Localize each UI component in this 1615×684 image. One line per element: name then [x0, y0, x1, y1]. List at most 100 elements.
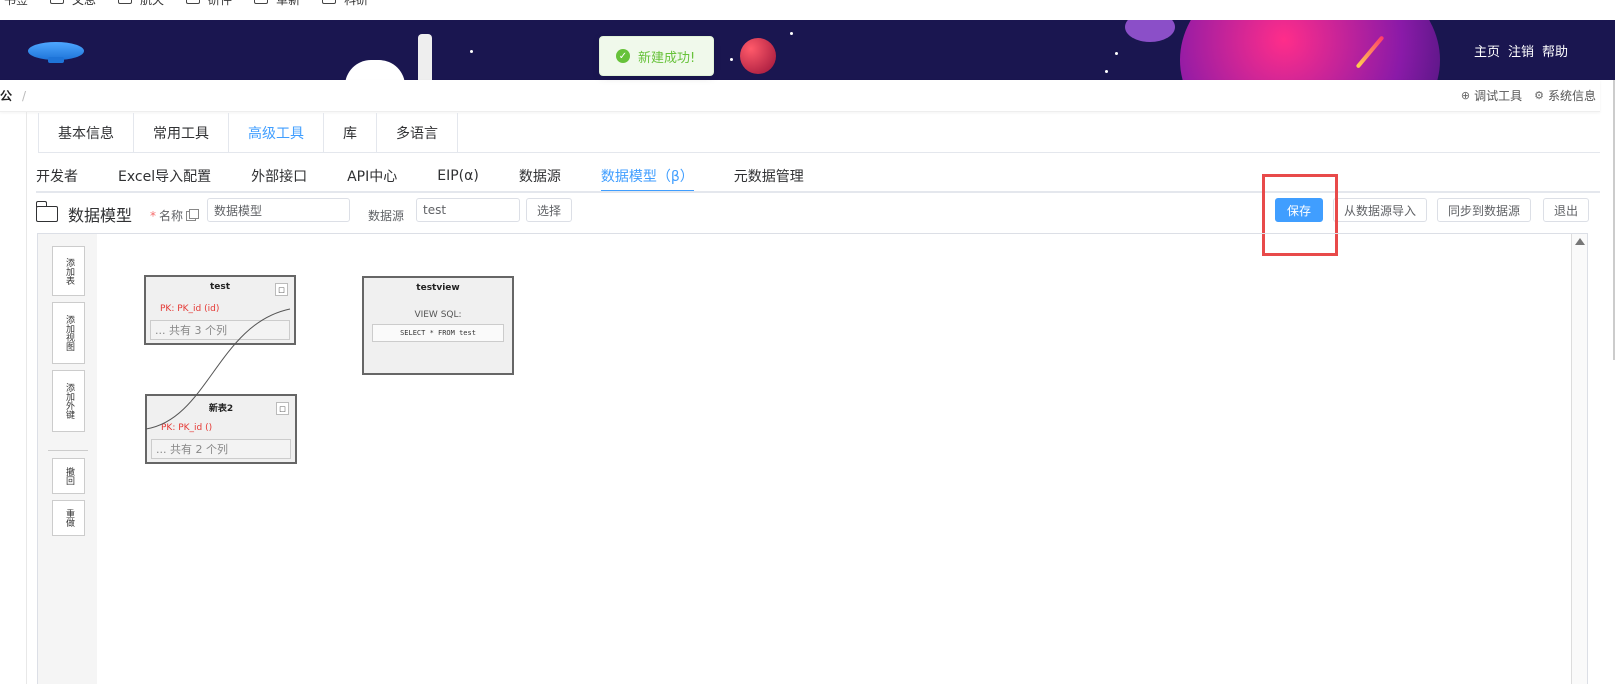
sync-to-datasource-button[interactable]: 同步到数据源 — [1437, 198, 1531, 222]
import-from-datasource-button[interactable]: 从数据源导入 — [1333, 198, 1427, 222]
redo-button[interactable]: 重做 — [52, 500, 85, 536]
star-decoration — [470, 50, 473, 53]
cloud-decoration — [345, 60, 405, 80]
view-sql-label: VIEW SQL: — [414, 310, 462, 320]
bookmark-folder[interactable]: 文息 — [50, 0, 96, 8]
check-circle-icon: ✓ — [616, 49, 630, 63]
help-link[interactable]: 帮助 — [1542, 41, 1568, 60]
canvas-scrollbar[interactable] — [1571, 234, 1587, 684]
name-label: * 名称 — [150, 207, 200, 224]
bookmark-folder[interactable]: 航天 — [118, 0, 164, 8]
palette-divider — [48, 450, 88, 451]
debug-tool-label: 调试工具 — [1474, 89, 1523, 103]
bookmark-label: 文息 — [72, 0, 96, 8]
page-title: 数据模型 — [35, 201, 133, 226]
tab-excel-import[interactable]: Excel导入配置 — [118, 160, 211, 192]
tab-multilanguage[interactable]: 多语言 — [377, 113, 458, 152]
secondary-tabs: 开发者 Excel导入配置 外部接口 API中心 EIP(α) 数据源 数据模型… — [36, 160, 844, 192]
planet-decoration — [1180, 20, 1440, 80]
logout-link[interactable]: 注销 — [1508, 41, 1534, 60]
primary-key-label: PK: PK_id () — [161, 423, 213, 433]
tab-api-center[interactable]: API中心 — [347, 160, 397, 192]
breadcrumb-current[interactable]: 公 — [0, 87, 12, 104]
tabs-divider — [36, 191, 1600, 193]
name-input[interactable]: 数据模型 — [207, 198, 350, 222]
tab-external-api[interactable]: 外部接口 — [251, 160, 307, 192]
success-toast: ✓ 新建成功! — [599, 36, 714, 76]
star-decoration — [730, 58, 733, 61]
undo-button[interactable]: 撤回 — [52, 458, 85, 494]
table-node[interactable]: 新表2 □ PK: PK_id () ... 共有 2 个列 — [145, 394, 297, 464]
bookmark-label: 科研 — [344, 0, 368, 8]
star-decoration — [1115, 52, 1118, 55]
required-mark: * — [150, 208, 156, 223]
header-banner: 主页 注销 帮助 — [0, 20, 1615, 80]
folder-icon — [35, 201, 58, 222]
add-foreign-key-button[interactable]: 添加外键 — [52, 370, 85, 432]
folder-icon — [322, 0, 337, 4]
page-title-text: 数据模型 — [68, 206, 133, 225]
bookmark-label: 研件 — [208, 0, 232, 8]
tab-metadata[interactable]: 元数据管理 — [734, 160, 804, 192]
bookmark-item[interactable]: 书签 — [4, 0, 28, 8]
debug-tool-button[interactable]: ⊕ 调试工具 — [1461, 87, 1522, 104]
tab-data-model[interactable]: 数据模型（β） — [600, 160, 694, 192]
tab-advanced-tools[interactable]: 高级工具 — [229, 113, 324, 152]
bookmarks-bar: 书签 文息 航天 研件 革新 科研 — [0, 0, 1615, 8]
bookmark-label: 书签 — [4, 0, 28, 8]
home-link[interactable]: 主页 — [1474, 41, 1500, 60]
view-sql-text: SELECT * FROM test — [372, 324, 504, 342]
star-decoration — [1105, 70, 1108, 73]
folder-icon — [50, 0, 65, 4]
add-table-button[interactable]: 添加表 — [52, 246, 85, 296]
star-decoration — [790, 32, 793, 35]
add-view-button[interactable]: 添加视图 — [52, 302, 85, 364]
collapse-icon[interactable]: □ — [275, 283, 288, 296]
tabs-divider — [38, 152, 1600, 153]
system-info-label: 系统信息 — [1547, 89, 1596, 103]
view-node[interactable]: testview VIEW SQL: SELECT * FROM test — [362, 276, 514, 375]
table-node[interactable]: test □ PK: PK_id (id) ... 共有 3 个列 — [144, 275, 296, 345]
select-datasource-button[interactable]: 选择 — [526, 198, 572, 222]
columns-summary[interactable]: ... 共有 3 个列 — [150, 320, 290, 340]
tool-palette: 添加表 添加视图 添加外键 撤回 重做 — [38, 234, 97, 684]
tab-datasource[interactable]: 数据源 — [519, 160, 561, 192]
planet-decoration — [740, 38, 776, 74]
content-border — [26, 112, 27, 684]
copy-icon[interactable] — [186, 208, 200, 221]
collapse-icon[interactable]: □ — [276, 402, 289, 415]
tab-library[interactable]: 库 — [324, 113, 377, 152]
header-tools: ⊕ 调试工具 ⚙ 系统信息 — [1461, 87, 1596, 104]
primary-tabs: 基本信息 常用工具 高级工具 库 多语言 — [38, 113, 458, 153]
bookmark-folder[interactable]: 研件 — [186, 0, 232, 8]
lighthouse-decoration — [418, 34, 432, 80]
bookmark-label: 航天 — [140, 0, 164, 8]
planet-decoration — [1125, 20, 1175, 42]
folder-icon — [186, 0, 201, 4]
bookmark-label: 革新 — [276, 0, 300, 8]
bookmark-folder[interactable]: 科研 — [322, 0, 368, 8]
folder-icon — [254, 0, 269, 4]
airship-logo-icon — [28, 42, 84, 63]
view-name: testview — [416, 283, 460, 293]
model-canvas[interactable]: 添加表 添加视图 添加外键 撤回 重做 test □ PK: PK_id (id… — [37, 233, 1588, 684]
model-toolbar: 数据模型 * 名称 数据模型 数据源 test 选择 保存 从数据源导入 同步到… — [35, 198, 1600, 232]
system-info-button[interactable]: ⚙ 系统信息 — [1534, 87, 1596, 104]
columns-summary[interactable]: ... 共有 2 个列 — [151, 439, 291, 459]
crosshair-icon: ⊕ — [1460, 89, 1471, 102]
tab-basic-info[interactable]: 基本信息 — [39, 113, 134, 152]
header-links: 主页 注销 帮助 — [1474, 20, 1568, 80]
breadcrumb: 公 / ⊕ 调试工具 ⚙ 系统信息 — [0, 80, 1600, 112]
scroll-up-icon[interactable] — [1575, 238, 1585, 245]
tab-common-tools[interactable]: 常用工具 — [134, 113, 229, 152]
breadcrumb-separator: / — [22, 88, 27, 103]
table-name: test — [209, 282, 231, 292]
exit-button[interactable]: 退出 — [1543, 198, 1589, 222]
tab-developer[interactable]: 开发者 — [36, 160, 78, 192]
datasource-input[interactable]: test — [416, 198, 520, 222]
name-label-text: 名称 — [159, 209, 184, 223]
toast-message: 新建成功! — [638, 50, 696, 66]
tab-eip[interactable]: EIP(α) — [437, 160, 479, 192]
bookmark-folder[interactable]: 革新 — [254, 0, 300, 8]
gear-icon: ⚙ — [1534, 89, 1544, 102]
